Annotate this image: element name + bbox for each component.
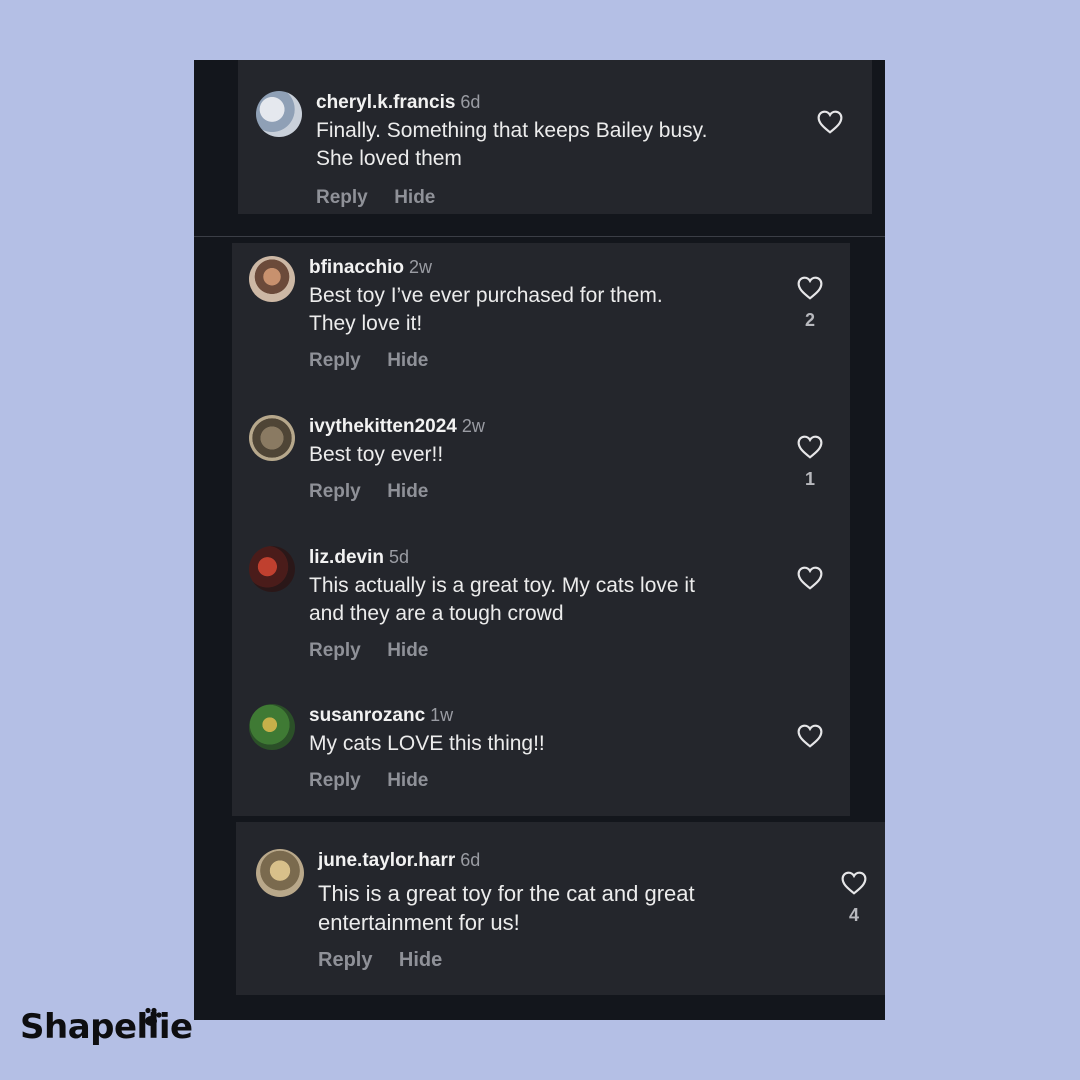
divider — [194, 236, 885, 237]
comment-age: 6d — [460, 92, 481, 112]
avatar[interactable] — [249, 415, 295, 461]
comment-text-line: and they are a tough crowd — [309, 602, 564, 625]
comment-text: Finally. Something that keeps Bailey bus… — [316, 117, 707, 173]
comment: bfinacchio 2w Best toy I’ve ever purchase… — [249, 256, 829, 386]
reply-button[interactable]: Reply — [316, 187, 368, 208]
comment: june.taylor.harr 6d This is a great toy f… — [256, 849, 836, 979]
hide-button[interactable]: Hide — [387, 350, 428, 371]
comment-text: This is a great toy for the cat and grea… — [318, 879, 695, 937]
comment: cheryl.k.francis 6d Finally. Something th… — [256, 91, 836, 221]
like-count: 2 — [804, 310, 815, 330]
like-button[interactable]: 2 — [795, 276, 825, 331]
heart-outline-icon — [797, 276, 823, 300]
comment-text-line: My cats LOVE this thing!! — [309, 732, 545, 755]
comment-text: Best toy I’ve ever purchased for them. T… — [309, 282, 663, 338]
username[interactable]: susanrozanc — [309, 705, 425, 726]
comment-text-line: They love it! — [309, 312, 423, 335]
hide-button[interactable]: Hide — [387, 770, 428, 791]
comment-text: Best toy ever!! — [309, 441, 443, 469]
username[interactable]: bfinacchio — [309, 257, 404, 278]
paw-icon — [140, 1007, 162, 1026]
username[interactable]: cheryl.k.francis — [316, 92, 455, 113]
comment-age: 5d — [388, 547, 409, 567]
comment-age: 6d — [460, 850, 481, 870]
comment: liz.devin 5d This actually is a great toy… — [249, 546, 829, 676]
reply-button[interactable]: Reply — [309, 640, 361, 661]
comment-text-line: Finally. Something that keeps Bailey bus… — [316, 119, 708, 142]
hide-button[interactable]: Hide — [394, 187, 435, 208]
comment-age: 1w — [430, 705, 454, 725]
comment: susanrozanc 1w My cats LOVE this thing!! … — [249, 704, 829, 804]
avatar[interactable] — [249, 546, 295, 592]
hide-button[interactable]: Hide — [387, 640, 428, 661]
comment-text-line: Best toy I’ve ever purchased for them. — [309, 284, 663, 307]
heart-outline-icon — [797, 724, 823, 748]
heart-outline-icon — [817, 110, 843, 134]
comment-text-line: This actually is a great toy. My cats lo… — [309, 574, 695, 597]
comment: ivythekitten2024 2w Best toy ever!! Reply… — [249, 415, 829, 525]
reply-button[interactable]: Reply — [318, 949, 372, 971]
heart-outline-icon — [797, 566, 823, 590]
like-button[interactable] — [795, 566, 825, 590]
avatar[interactable] — [256, 91, 302, 137]
like-button[interactable] — [795, 724, 825, 748]
username[interactable]: june.taylor.harr — [318, 850, 455, 871]
like-button[interactable]: 1 — [795, 435, 825, 490]
reply-button[interactable]: Reply — [309, 481, 361, 502]
heart-outline-icon — [841, 871, 867, 895]
avatar[interactable] — [249, 256, 295, 302]
hide-button[interactable]: Hide — [387, 481, 428, 502]
heart-outline-icon — [797, 435, 823, 459]
avatar[interactable] — [249, 704, 295, 750]
comment-age: 2w — [461, 416, 485, 436]
comment-age: 2w — [409, 257, 433, 277]
hide-button[interactable]: Hide — [399, 949, 442, 971]
like-count: 1 — [804, 469, 815, 489]
comments-screenshot: cheryl.k.francis 6d Finally. Something th… — [194, 60, 885, 1020]
comment-text: This actually is a great toy. My cats lo… — [309, 572, 695, 628]
reply-button[interactable]: Reply — [309, 350, 361, 371]
avatar[interactable] — [256, 849, 304, 897]
comment-text-line: Best toy ever!! — [309, 443, 444, 466]
comment-text-line: She loved them — [316, 147, 462, 170]
username[interactable]: ivythekitten2024 — [309, 416, 457, 437]
like-button[interactable] — [815, 110, 845, 134]
username[interactable]: liz.devin — [309, 547, 384, 568]
like-button[interactable]: 4 — [839, 871, 869, 926]
comment-text-line: This is a great toy for the cat and grea… — [318, 881, 695, 906]
reply-button[interactable]: Reply — [309, 770, 361, 791]
comment-text-line: entertainment for us! — [318, 910, 520, 935]
brand-logo: Shapellie — [20, 1007, 193, 1047]
comment-text: My cats LOVE this thing!! — [309, 730, 545, 758]
like-count: 4 — [848, 905, 859, 925]
